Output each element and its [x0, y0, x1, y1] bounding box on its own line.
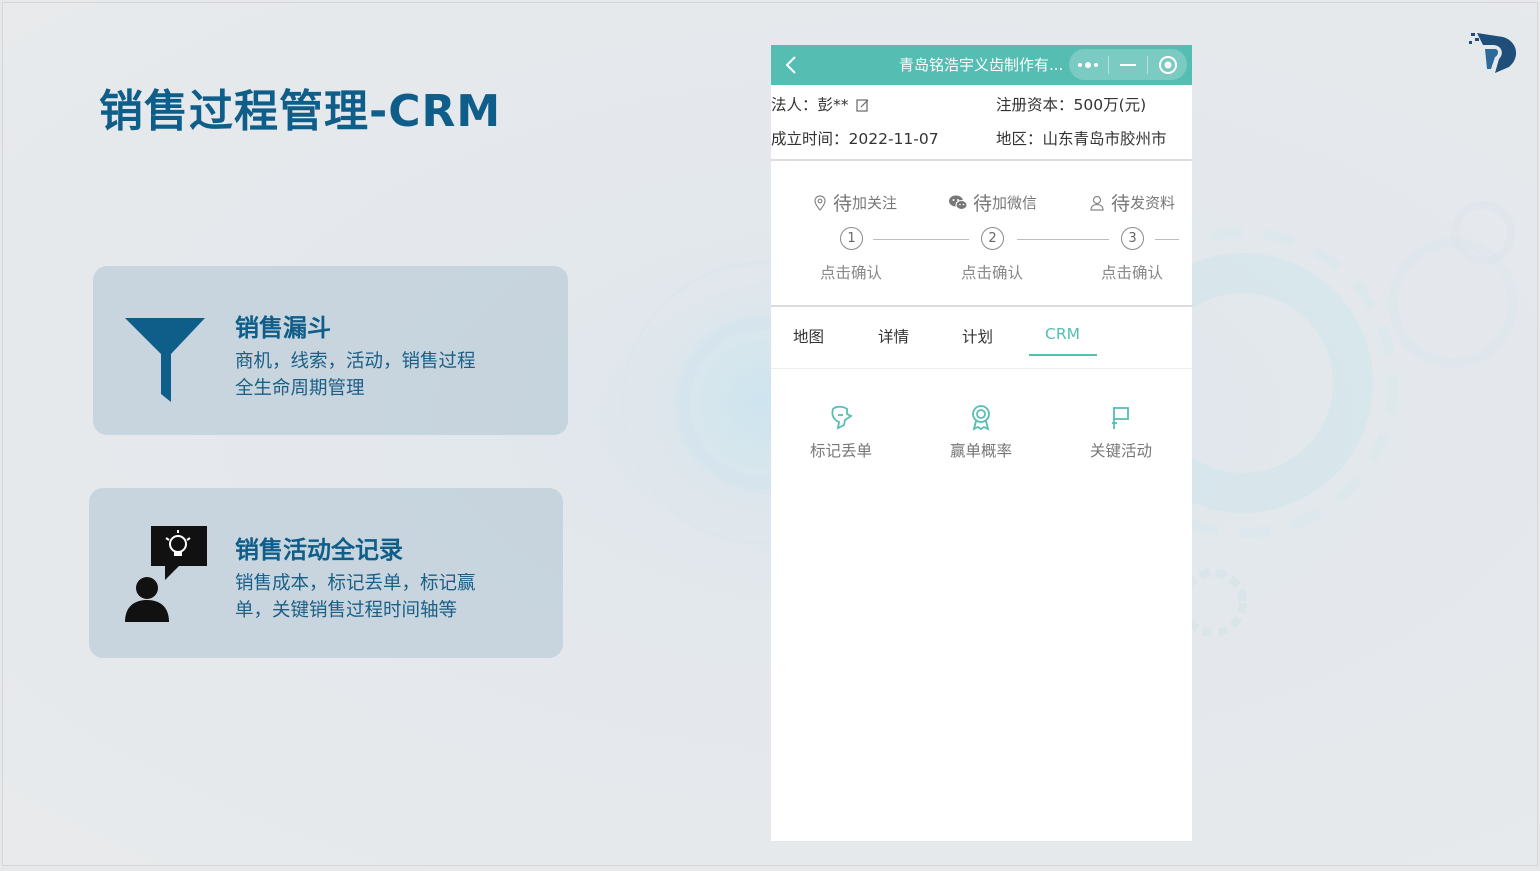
flag-icon — [1112, 407, 1129, 429]
user-icon — [1090, 195, 1104, 211]
region: 地区：山东青岛市胶州市 — [996, 127, 1167, 149]
info-label: 地区： — [996, 130, 1043, 148]
target-close-icon — [1158, 55, 1177, 74]
nav-title: 青岛铭浩宇义齿制作有... — [899, 56, 1064, 74]
legal-person: 法人：彭** — [771, 93, 870, 115]
info-value: 2022-11-07 — [848, 130, 939, 148]
hand-mark-icon — [831, 405, 853, 430]
mark-lost-button[interactable]: 标记丢单 — [801, 403, 881, 461]
step-connector — [873, 239, 969, 240]
action-label: 关键活动 — [1089, 442, 1152, 460]
tab-crm[interactable]: CRM — [1045, 325, 1080, 343]
more-dots-icon — [1078, 61, 1099, 68]
funnel-icon — [125, 318, 205, 402]
step-wechat[interactable]: 待加微信 — [947, 189, 1037, 216]
step-number: 2 — [981, 227, 1004, 250]
slide: 销售过程管理-CRM 销售漏斗 商机，线索，活动，销售过程 全生命周期管理 销售… — [2, 2, 1538, 866]
company-info: 法人：彭** 注册资本：500万(元) 成立时间：2022-11-07 地区：山… — [771, 85, 1192, 161]
info-value: 彭** — [817, 96, 849, 114]
card-title: 销售活动全记录 — [235, 536, 403, 564]
confirm-button[interactable]: 点击确认 — [1101, 261, 1163, 283]
crm-actions: 标记丢单 赢单概率 关键活动 — [771, 369, 1192, 489]
action-label: 赢单概率 — [949, 442, 1012, 460]
more-button[interactable] — [1069, 49, 1108, 80]
active-tab-indicator — [1029, 354, 1097, 356]
close-button[interactable] — [1148, 49, 1187, 80]
info-value: 500万(元) — [1073, 96, 1147, 114]
sales-funnel-card: 销售漏斗 商机，线索，活动，销售过程 全生命周期管理 — [93, 266, 568, 435]
step-text: 加微信 — [992, 194, 1038, 212]
tab-map[interactable]: 地图 — [793, 325, 824, 347]
minus-icon — [1119, 63, 1136, 66]
info-label: 注册资本： — [996, 96, 1074, 114]
info-label: 法人： — [771, 96, 818, 114]
card-title: 销售漏斗 — [235, 314, 331, 342]
win-probability-button[interactable]: 赢单概率 — [941, 403, 1021, 461]
person-idea-icon — [125, 526, 207, 622]
nav-bar: 青岛铭浩宇义齿制作有... — [771, 45, 1192, 85]
step-prefix: 待 — [833, 193, 853, 215]
card-description: 商机，线索，活动，销售过程 全生命周期管理 — [235, 348, 505, 402]
wechat-icon — [949, 195, 968, 210]
card-description: 销售成本，标记丢单，标记赢 单，关键销售过程时间轴等 — [235, 570, 505, 624]
slide-title: 销售过程管理-CRM — [99, 86, 502, 137]
edit-icon[interactable] — [856, 98, 870, 112]
registered-capital: 注册资本：500万(元) — [996, 93, 1146, 115]
tab-plan[interactable]: 计划 — [962, 325, 993, 347]
founded-date: 成立时间：2022-11-07 — [771, 127, 939, 149]
confirm-button[interactable]: 点击确认 — [820, 261, 882, 283]
card-description-line: 全生命周期管理 — [235, 378, 365, 399]
company-logo — [1469, 33, 1517, 73]
tab-details[interactable]: 详情 — [878, 325, 909, 347]
step-send-info[interactable]: 待发资料 — [1089, 189, 1175, 216]
confirm-button[interactable]: 点击确认 — [961, 261, 1023, 283]
mobile-app-screen: 青岛铭浩宇义齿制作有... 法人：彭** 注册资本：500万(元) 成立时间：2… — [771, 45, 1192, 841]
location-icon — [814, 194, 826, 211]
step-text: 加关注 — [852, 194, 898, 212]
step-follow[interactable]: 待加关注 — [811, 189, 897, 216]
step-number: 1 — [840, 227, 863, 250]
step-number: 3 — [1121, 227, 1144, 250]
step-text: 发资料 — [1130, 194, 1176, 212]
card-description-line: 单，关键销售过程时间轴等 — [235, 600, 458, 621]
follow-up-steps: 待加关注 待加微信 待发资料 1 2 3 点击确认 点击确认 点击确认 — [771, 161, 1192, 307]
info-value: 山东青岛市胶州市 — [1042, 130, 1167, 148]
key-activity-button[interactable]: 关键活动 — [1081, 403, 1161, 461]
medal-icon — [972, 405, 990, 431]
back-arrow-icon[interactable] — [781, 53, 803, 77]
step-prefix: 待 — [1111, 193, 1131, 215]
step-connector — [1017, 239, 1109, 240]
action-label: 标记丢单 — [809, 442, 872, 460]
info-label: 成立时间： — [771, 130, 849, 148]
minimize-button[interactable] — [1109, 49, 1148, 80]
mini-program-capsule — [1069, 49, 1187, 80]
sales-activity-card: 销售活动全记录 销售成本，标记丢单，标记赢 单，关键销售过程时间轴等 — [89, 488, 563, 658]
step-connector — [1155, 239, 1179, 240]
card-description-line: 销售成本，标记丢单，标记赢 — [235, 573, 476, 594]
card-description-line: 商机，线索，活动，销售过程 — [235, 351, 476, 372]
tab-bar: 地图 详情 计划 CRM — [771, 307, 1192, 369]
step-prefix: 待 — [973, 193, 993, 215]
